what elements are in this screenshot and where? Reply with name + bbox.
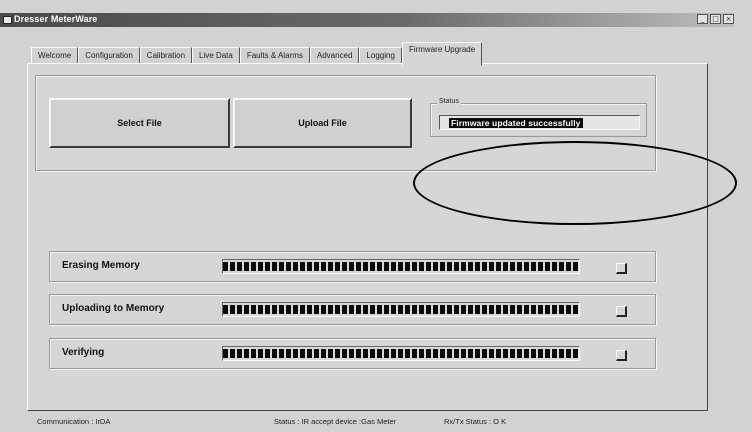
tab-configuration[interactable]: Configuration — [78, 47, 140, 64]
tab-advanced[interactable]: Advanced — [309, 47, 360, 64]
tab-calibration[interactable]: Calibration — [139, 47, 193, 64]
erasing-memory-label: Erasing Memory — [62, 260, 140, 271]
erasing-memory-progress — [222, 259, 580, 274]
tab-live-data[interactable]: Live Data — [192, 47, 240, 64]
close-button[interactable]: × — [723, 14, 734, 24]
uploading-memory-row: Uploading to Memory — [49, 294, 656, 325]
maximize-button[interactable]: □ — [710, 14, 721, 24]
verifying-indicator — [616, 350, 627, 361]
status-legend: Status — [437, 98, 461, 105]
tab-firmware-upgrade[interactable]: Firmware Upgrade — [401, 42, 483, 66]
erasing-memory-indicator — [616, 263, 627, 274]
erasing-memory-progress-fill — [223, 260, 579, 273]
uploading-memory-progress — [222, 302, 580, 317]
status-message: Firmware updated successfully — [449, 118, 583, 128]
tab-logging[interactable]: Logging — [359, 47, 402, 64]
tab-strip: Welcome Configuration Calibration Live D… — [31, 42, 483, 66]
erasing-memory-row: Erasing Memory — [49, 251, 656, 282]
minimize-button[interactable]: _ — [697, 14, 708, 24]
tab-faults-alarms[interactable]: Faults & Alarms — [239, 47, 310, 64]
verifying-progress-fill — [223, 347, 579, 360]
verifying-progress — [222, 346, 580, 361]
window-title: Dresser MeterWare — [14, 14, 98, 24]
upload-file-button[interactable]: Upload File — [233, 98, 412, 148]
uploading-memory-progress-fill — [223, 303, 579, 316]
rxtx-status: Rx/Tx Status : O K — [444, 417, 507, 426]
uploading-memory-indicator — [616, 306, 627, 317]
status-group: Status Firmware updated successfully — [430, 98, 647, 137]
verifying-label: Verifying — [62, 347, 105, 358]
status-bar: Communication : IrDA Status : IR accept … — [27, 416, 708, 428]
communication-status: Communication : IrDA — [37, 417, 111, 426]
select-file-button[interactable]: Select File — [49, 98, 230, 148]
app-window: Dresser MeterWare _ □ × Welcome Configur… — [0, 0, 752, 432]
title-bar[interactable]: Dresser MeterWare _ □ × — [0, 13, 734, 27]
uploading-memory-label: Uploading to Memory — [62, 303, 165, 314]
window-controls: _ □ × — [697, 14, 734, 24]
verifying-row: Verifying — [49, 338, 656, 369]
tab-welcome[interactable]: Welcome — [31, 47, 79, 64]
device-status: Status : IR accept device :Gas Meter — [274, 417, 397, 426]
meter-app-icon — [3, 16, 12, 24]
status-field: Firmware updated successfully — [439, 115, 640, 130]
